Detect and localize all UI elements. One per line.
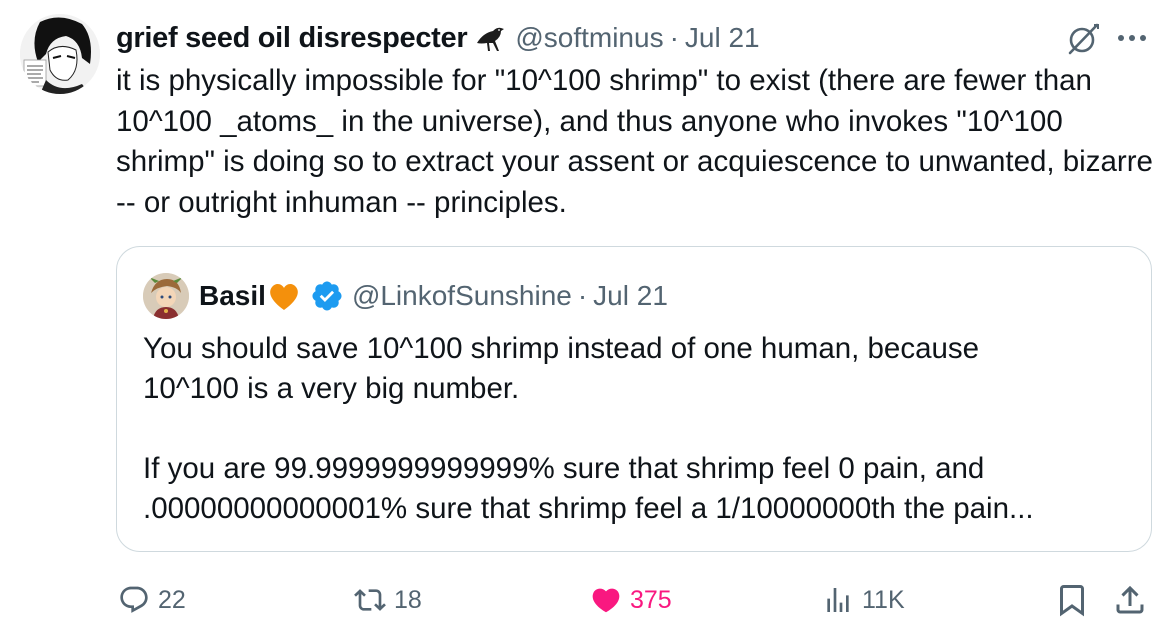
bookmark-button[interactable] bbox=[1054, 582, 1090, 618]
author-display-name[interactable]: grief seed oil disrespecter bbox=[116, 22, 468, 55]
verified-badge-icon bbox=[310, 279, 344, 313]
reply-button[interactable]: 22 bbox=[118, 578, 186, 622]
more-icon[interactable] bbox=[1112, 18, 1152, 58]
quote-header-separator: · bbox=[577, 280, 588, 311]
quote-text: You should save 10^100 shrimp instead of… bbox=[143, 332, 1034, 525]
quote-author-display-name[interactable]: Basil bbox=[199, 280, 266, 312]
tweet-date[interactable]: Jul 21 bbox=[685, 22, 760, 54]
quote-author-handle[interactable]: @LinkofSunshine bbox=[352, 280, 572, 312]
like-button[interactable]: 375 bbox=[590, 578, 672, 622]
like-count: 375 bbox=[630, 585, 672, 614]
quote-date[interactable]: Jul 21 bbox=[593, 280, 668, 312]
author-avatar[interactable] bbox=[20, 14, 100, 94]
tweet-header: grief seed oil disrespecter @softminus ·… bbox=[116, 16, 760, 60]
tweet-text: it is physically impossible for "10^100 … bbox=[116, 64, 1153, 219]
author-handle[interactable]: @softminus bbox=[515, 22, 663, 54]
grok-icon[interactable] bbox=[1064, 20, 1102, 58]
quote-author-avatar[interactable] bbox=[143, 273, 189, 319]
repost-icon bbox=[354, 589, 386, 611]
quote-avatar-image bbox=[143, 273, 189, 319]
share-button[interactable] bbox=[1112, 582, 1148, 618]
repost-button[interactable]: 18 bbox=[354, 578, 422, 622]
reply-count: 22 bbox=[158, 585, 186, 614]
quote-header: Basil @LinkofSunshine · Jul 21 bbox=[199, 273, 668, 319]
views-count: 11K bbox=[862, 585, 905, 614]
views-button[interactable]: 11K bbox=[822, 578, 905, 622]
crow-icon bbox=[473, 21, 507, 55]
share-icon bbox=[1116, 585, 1144, 614]
bookmark-icon bbox=[1060, 585, 1084, 617]
tweet-action-bar: 22 18 375 11K bbox=[0, 578, 1176, 622]
views-icon bbox=[827, 588, 849, 612]
like-icon bbox=[592, 588, 620, 613]
avatar-image bbox=[20, 14, 100, 94]
repost-count: 18 bbox=[394, 585, 422, 614]
reply-icon bbox=[120, 586, 148, 613]
header-separator: · bbox=[669, 22, 679, 53]
quoted-tweet[interactable]: Basil @LinkofSunshine · Jul 21 You shoul… bbox=[116, 246, 1152, 552]
orange-heart-icon bbox=[266, 278, 302, 314]
